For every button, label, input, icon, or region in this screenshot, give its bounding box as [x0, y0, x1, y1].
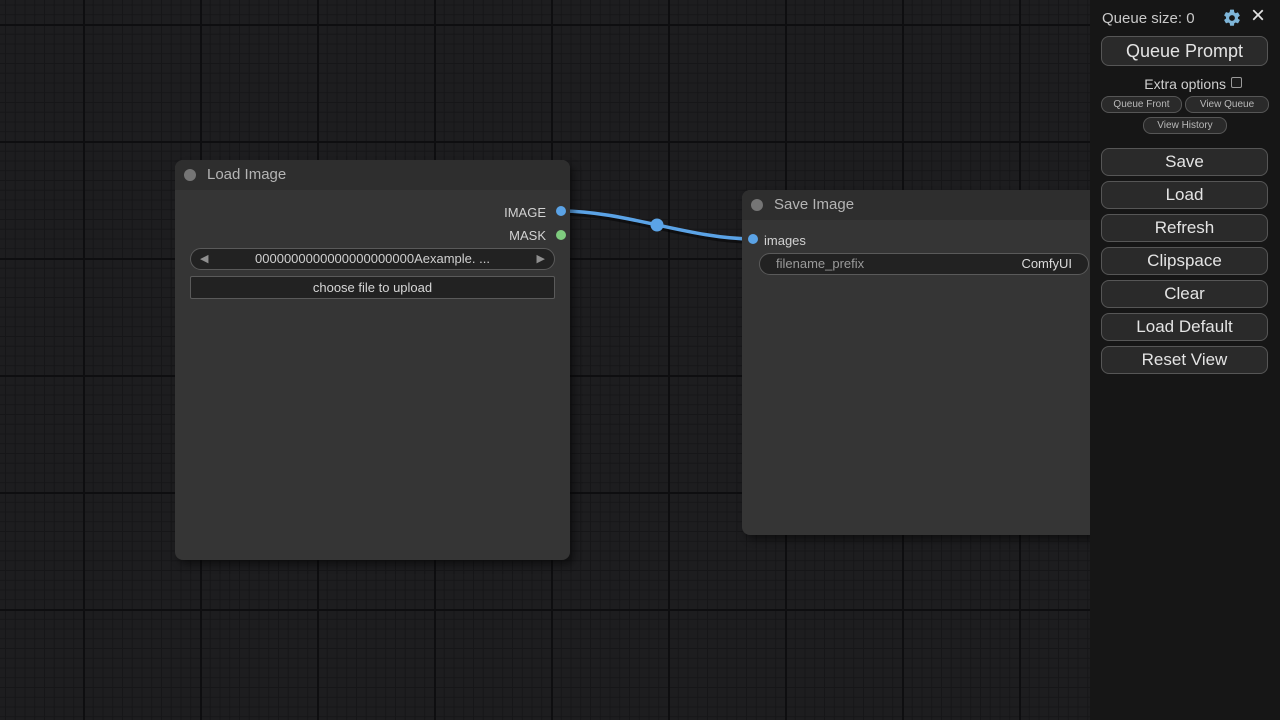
choose-file-button[interactable]: choose file to upload [190, 276, 555, 299]
load-button[interactable]: Load [1101, 181, 1268, 209]
node-title: Save Image [774, 190, 854, 220]
widget-value: ComfyUI [1021, 254, 1072, 274]
gear-icon[interactable] [1222, 8, 1242, 28]
queue-front-button[interactable]: Queue Front [1101, 96, 1182, 113]
clear-button[interactable]: Clear [1101, 280, 1268, 308]
node-status-dot [184, 169, 196, 181]
extra-options-checkbox[interactable] [1231, 77, 1242, 88]
image-combo-value: 0000000000000000000000Aexample. ... [211, 249, 534, 269]
node-load-image[interactable]: Load Image IMAGE MASK ◀ 0000000000000000… [175, 160, 570, 560]
input-label-images: images [764, 233, 806, 248]
output-label-mask: MASK [509, 228, 546, 243]
load-default-button[interactable]: Load Default [1101, 313, 1268, 341]
node-title: Load Image [207, 160, 286, 190]
node-save-image-titlebar[interactable]: Save Image [742, 190, 1107, 220]
node-status-dot [751, 199, 763, 211]
save-button[interactable]: Save [1101, 148, 1268, 176]
image-combo-widget[interactable]: ◀ 0000000000000000000000Aexample. ... ▶ [190, 248, 555, 270]
refresh-button[interactable]: Refresh [1101, 214, 1268, 242]
queue-size-label: Queue size: 0 [1102, 10, 1195, 27]
close-icon[interactable]: × [1251, 2, 1265, 30]
filename-prefix-widget[interactable]: filename_prefix ComfyUI [759, 253, 1089, 275]
view-queue-button[interactable]: View Queue [1185, 96, 1269, 113]
clipspace-button[interactable]: Clipspace [1101, 247, 1268, 275]
widget-label: filename_prefix [776, 254, 864, 274]
queue-prompt-button[interactable]: Queue Prompt [1101, 36, 1268, 66]
node-load-image-titlebar[interactable]: Load Image [175, 160, 570, 190]
comfy-menu: Queue size: 0 × Queue Prompt Extra optio… [1090, 0, 1280, 720]
reset-view-button[interactable]: Reset View [1101, 346, 1268, 374]
output-dot-mask[interactable] [556, 230, 566, 240]
input-dot-images[interactable] [748, 234, 758, 244]
node-save-image[interactable]: Save Image images filename_prefix ComfyU… [742, 190, 1107, 535]
combo-prev-icon[interactable]: ◀ [200, 249, 208, 269]
combo-next-icon[interactable]: ▶ [537, 249, 545, 269]
output-dot-image[interactable] [556, 206, 566, 216]
output-label-image: IMAGE [504, 205, 546, 220]
extra-options-label: Extra options [1090, 76, 1226, 92]
app-window: Load Image IMAGE MASK ◀ 0000000000000000… [0, 0, 1280, 720]
view-history-button[interactable]: View History [1143, 117, 1227, 134]
